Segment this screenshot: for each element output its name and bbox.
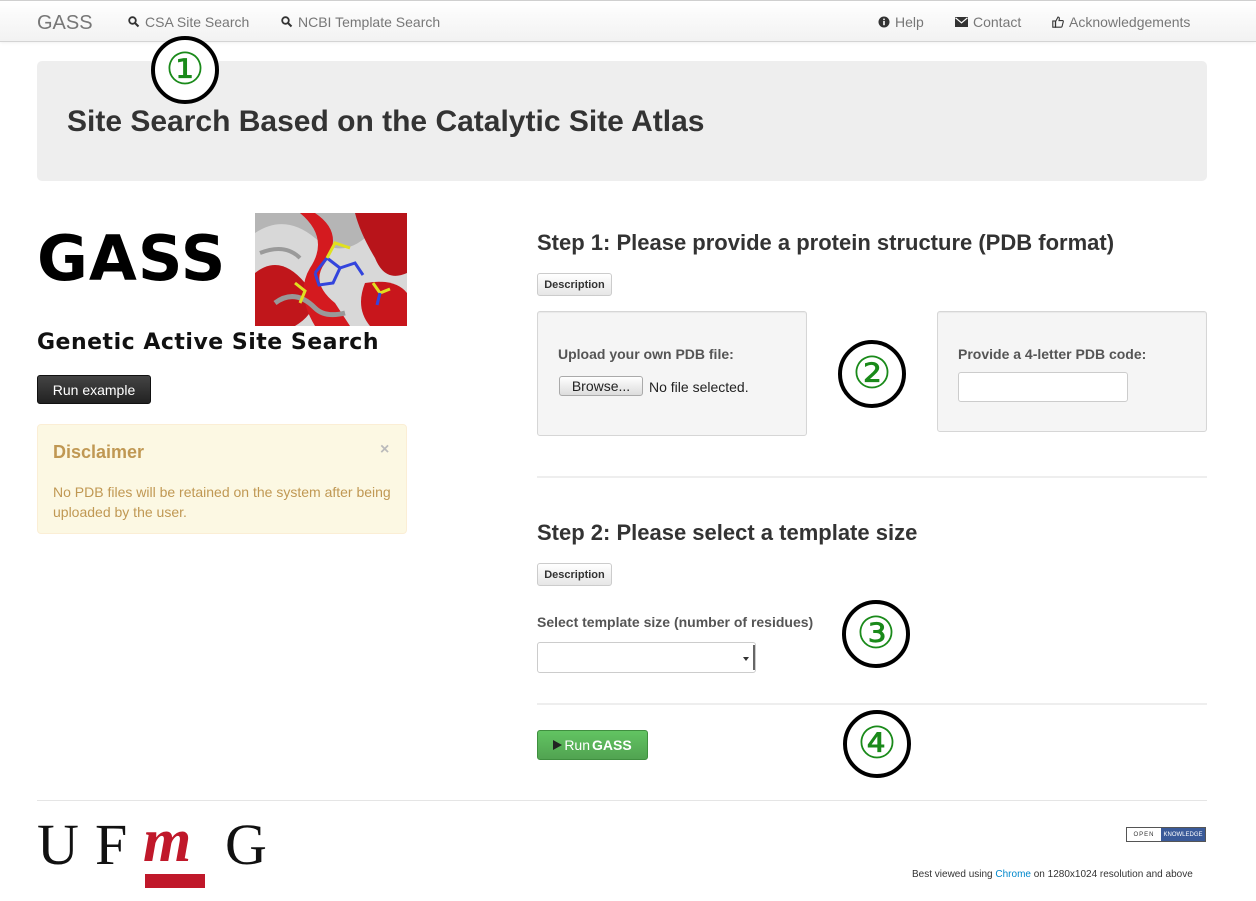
dropdown-arrow-icon <box>743 657 749 661</box>
divider <box>537 703 1207 706</box>
disclaimer-alert: Disclaimer × No PDB files will be retain… <box>37 424 407 534</box>
disclaimer-text: No PDB files will be retained on the sys… <box>53 484 391 520</box>
step2-description-button[interactable]: Description <box>537 563 612 586</box>
step-marker-2: ② <box>838 340 906 408</box>
browse-button[interactable]: Browse... <box>559 376 643 396</box>
file-status: No file selected. <box>649 379 749 395</box>
nav-label: NCBI Template Search <box>298 14 441 30</box>
ufmg-letter-g: G <box>225 812 267 877</box>
divider <box>537 476 1207 479</box>
nav-label: Help <box>895 14 924 30</box>
badge-open-text: OPEN <box>1127 828 1161 841</box>
play-icon <box>553 740 563 750</box>
pdb-code-well: Provide a 4-letter PDB code: <box>937 311 1207 432</box>
ufmg-letter-f: F <box>95 812 128 877</box>
run-prefix: Run <box>564 737 590 753</box>
run-gass-button[interactable]: Run GASS <box>537 730 648 760</box>
upload-label: Upload your own PDB file: <box>558 346 734 362</box>
nav-label: Contact <box>973 14 1022 30</box>
ufmg-letter-m: m <box>143 807 192 875</box>
search-icon <box>281 16 293 28</box>
nav-help[interactable]: Help <box>878 14 924 30</box>
step-marker-1: ① <box>151 36 219 104</box>
select-edge <box>753 645 755 670</box>
run-bold: GASS <box>592 737 632 753</box>
page-title: Site Search Based on the Catalytic Site … <box>67 105 705 138</box>
nav-ncbi-template-search[interactable]: NCBI Template Search <box>281 14 440 30</box>
gass-subtitle: Genetic Active Site Search <box>37 330 380 355</box>
step-marker-4: ④ <box>843 710 911 778</box>
pdb-code-label: Provide a 4-letter PDB code: <box>958 346 1147 362</box>
nav-acknowledgements[interactable]: Acknowledgements <box>1052 14 1190 30</box>
step1-description-button[interactable]: Description <box>537 273 612 296</box>
close-icon[interactable]: × <box>380 441 389 459</box>
footer-divider <box>37 800 1207 801</box>
disclaimer-title: Disclaimer <box>53 442 145 462</box>
step1-title: Step 1: Please provide a protein structu… <box>537 230 1115 255</box>
pdb-code-input[interactable] <box>958 372 1128 402</box>
nav-label: Acknowledgements <box>1069 14 1191 30</box>
ufmg-logo: U F m G <box>37 810 277 892</box>
best-view-prefix: Best viewed using <box>912 869 996 880</box>
chrome-link[interactable]: Chrome <box>995 869 1031 880</box>
template-size-select[interactable] <box>537 642 756 673</box>
best-viewed-note: Best viewed using Chrome on 1280x1024 re… <box>912 869 1193 880</box>
info-icon <box>878 16 890 28</box>
brand-link[interactable]: GASS <box>37 12 93 35</box>
ufmg-letter-u: U <box>37 812 79 877</box>
nav-label: CSA Site Search <box>145 14 250 30</box>
nav-csa-site-search[interactable]: CSA Site Search <box>128 14 249 30</box>
nav-contact[interactable]: Contact <box>955 14 1021 30</box>
open-knowledge-badge[interactable]: OPEN KNOWLEDGE <box>1126 827 1206 842</box>
badge-knowledge-text: KNOWLEDGE <box>1161 828 1205 841</box>
step-marker-3: ③ <box>842 600 910 668</box>
best-view-suffix: on 1280x1024 resolution and above <box>1030 869 1193 880</box>
upload-pdb-well: Upload your own PDB file: Browse... No f… <box>537 311 807 436</box>
protein-structure-image <box>255 213 407 326</box>
gass-logo-text: GASS <box>37 222 227 295</box>
step2-title: Step 2: Please select a template size <box>537 520 918 545</box>
search-icon <box>128 16 140 28</box>
thumbs-up-icon <box>1052 16 1064 28</box>
template-size-label: Select template size (number of residues… <box>537 614 814 630</box>
ufmg-red-bar <box>145 874 205 888</box>
envelope-icon <box>955 17 968 27</box>
run-example-button[interactable]: Run example <box>37 375 151 404</box>
